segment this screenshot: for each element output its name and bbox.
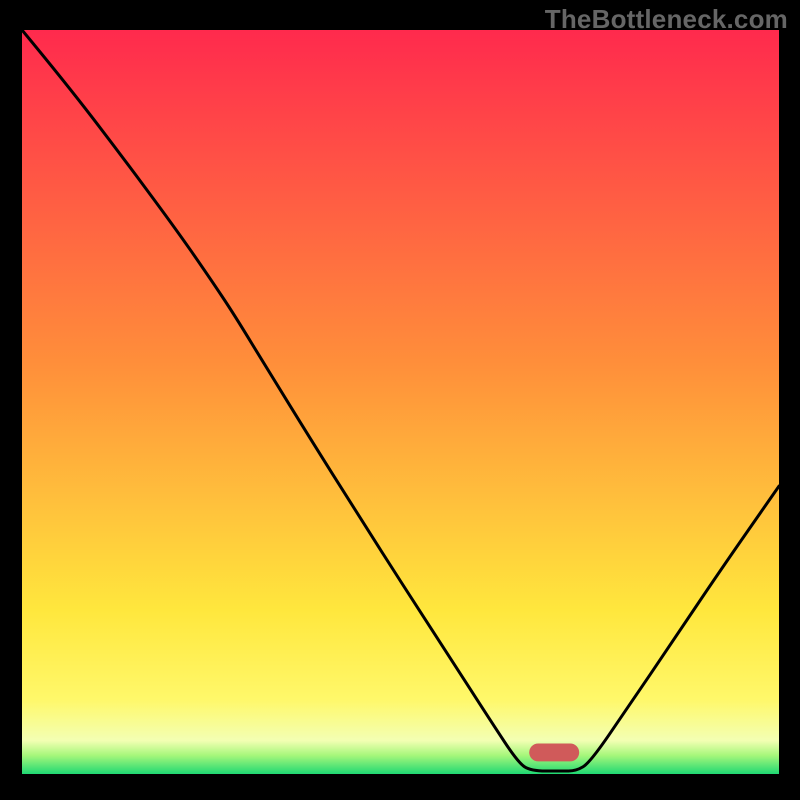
optimum-marker	[529, 744, 579, 762]
chart-frame: TheBottleneck.com	[0, 0, 800, 800]
bottleneck-plot	[22, 30, 779, 774]
gradient-background	[22, 30, 779, 774]
